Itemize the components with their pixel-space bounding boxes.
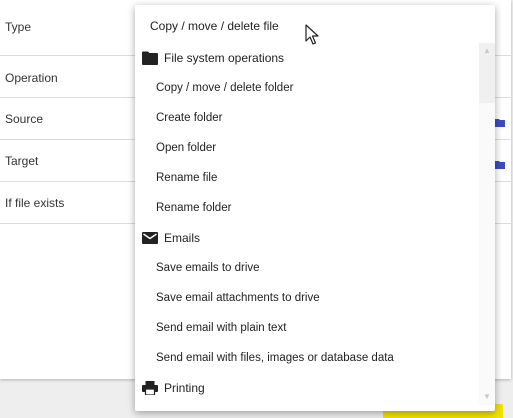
- dropdown-scrollbar[interactable]: ▲ ▼: [479, 43, 495, 405]
- printer-icon: [142, 381, 158, 395]
- source-folder-icon[interactable]: [495, 116, 505, 128]
- dropdown-selected-value[interactable]: Copy / move / delete file: [150, 19, 279, 33]
- dropdown-item[interactable]: Send email with files, images or databas…: [135, 343, 477, 373]
- dropdown-item[interactable]: Send email with plain text: [135, 313, 477, 343]
- operation-label: Operation: [5, 71, 58, 85]
- dropdown-list: File system operations Copy / move / del…: [135, 43, 477, 403]
- group-header-emails: Emails: [135, 223, 477, 253]
- group-header-file-system: File system operations: [135, 43, 477, 73]
- source-label: Source: [5, 112, 44, 126]
- target-folder-icon[interactable]: [495, 158, 505, 170]
- target-label: Target: [5, 154, 39, 168]
- envelope-icon: [142, 232, 158, 244]
- scroll-down-icon[interactable]: ▼: [483, 393, 491, 401]
- type-label: Type: [5, 20, 32, 34]
- dropdown-item[interactable]: Rename folder: [135, 193, 477, 223]
- dropdown-item[interactable]: Create folder: [135, 103, 477, 133]
- folder-icon: [142, 51, 158, 65]
- group-label: File system operations: [164, 51, 285, 65]
- dropdown-item[interactable]: Copy / move / delete folder: [135, 73, 477, 103]
- type-dropdown-menu[interactable]: Copy / move / delete file File system op…: [135, 5, 495, 411]
- group-label: Emails: [164, 231, 201, 245]
- group-header-printing: Printing: [135, 373, 477, 403]
- if-file-exists-label: If file exists: [5, 196, 65, 210]
- mouse-cursor-icon: [305, 24, 319, 45]
- dropdown-item[interactable]: Save email attachments to drive: [135, 283, 477, 313]
- group-label: Printing: [164, 381, 205, 395]
- dropdown-item[interactable]: Rename file: [135, 163, 477, 193]
- scroll-up-icon[interactable]: ▲: [483, 47, 491, 55]
- dropdown-item[interactable]: Open folder: [135, 133, 477, 163]
- dropdown-item[interactable]: Save emails to drive: [135, 253, 477, 283]
